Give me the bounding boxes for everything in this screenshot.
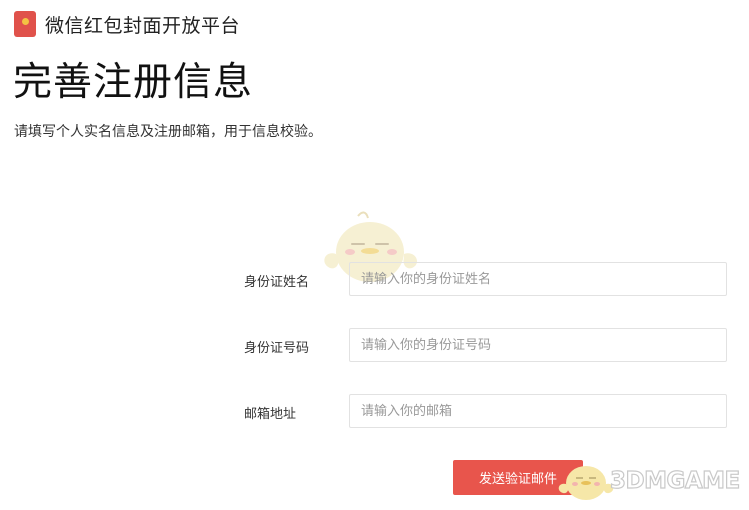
watermark-text: 3DMGAME — [609, 467, 740, 494]
name-label: 身份证姓名 — [244, 275, 310, 290]
id-number-label: 身份证号码 — [244, 341, 310, 356]
email-label: 邮箱地址 — [244, 407, 297, 422]
brand-name[interactable]: 微信红包封面开放平台 — [45, 11, 240, 38]
id-number-row: 身份证号码 — [244, 328, 729, 364]
logo-dot — [22, 18, 29, 25]
page-subtitle: 请填写个人实名信息及注册邮箱，用于信息校验。 — [14, 124, 322, 140]
page-title: 完善注册信息 — [13, 60, 254, 105]
registration-page: 微信红包封面开放平台 完善注册信息 请填写个人实名信息及注册邮箱，用于信息校验。… — [0, 0, 749, 510]
header: 微信红包封面开放平台 — [14, 10, 240, 38]
name-input[interactable] — [349, 262, 727, 296]
watermark-mascot-icon — [558, 466, 614, 500]
red-envelope-icon[interactable] — [14, 11, 36, 37]
name-row: 身份证姓名 — [244, 262, 729, 298]
id-number-input[interactable] — [349, 328, 727, 362]
email-input[interactable] — [349, 394, 727, 428]
watermark: 3DMGAME — [556, 458, 741, 504]
email-row: 邮箱地址 — [244, 394, 729, 430]
